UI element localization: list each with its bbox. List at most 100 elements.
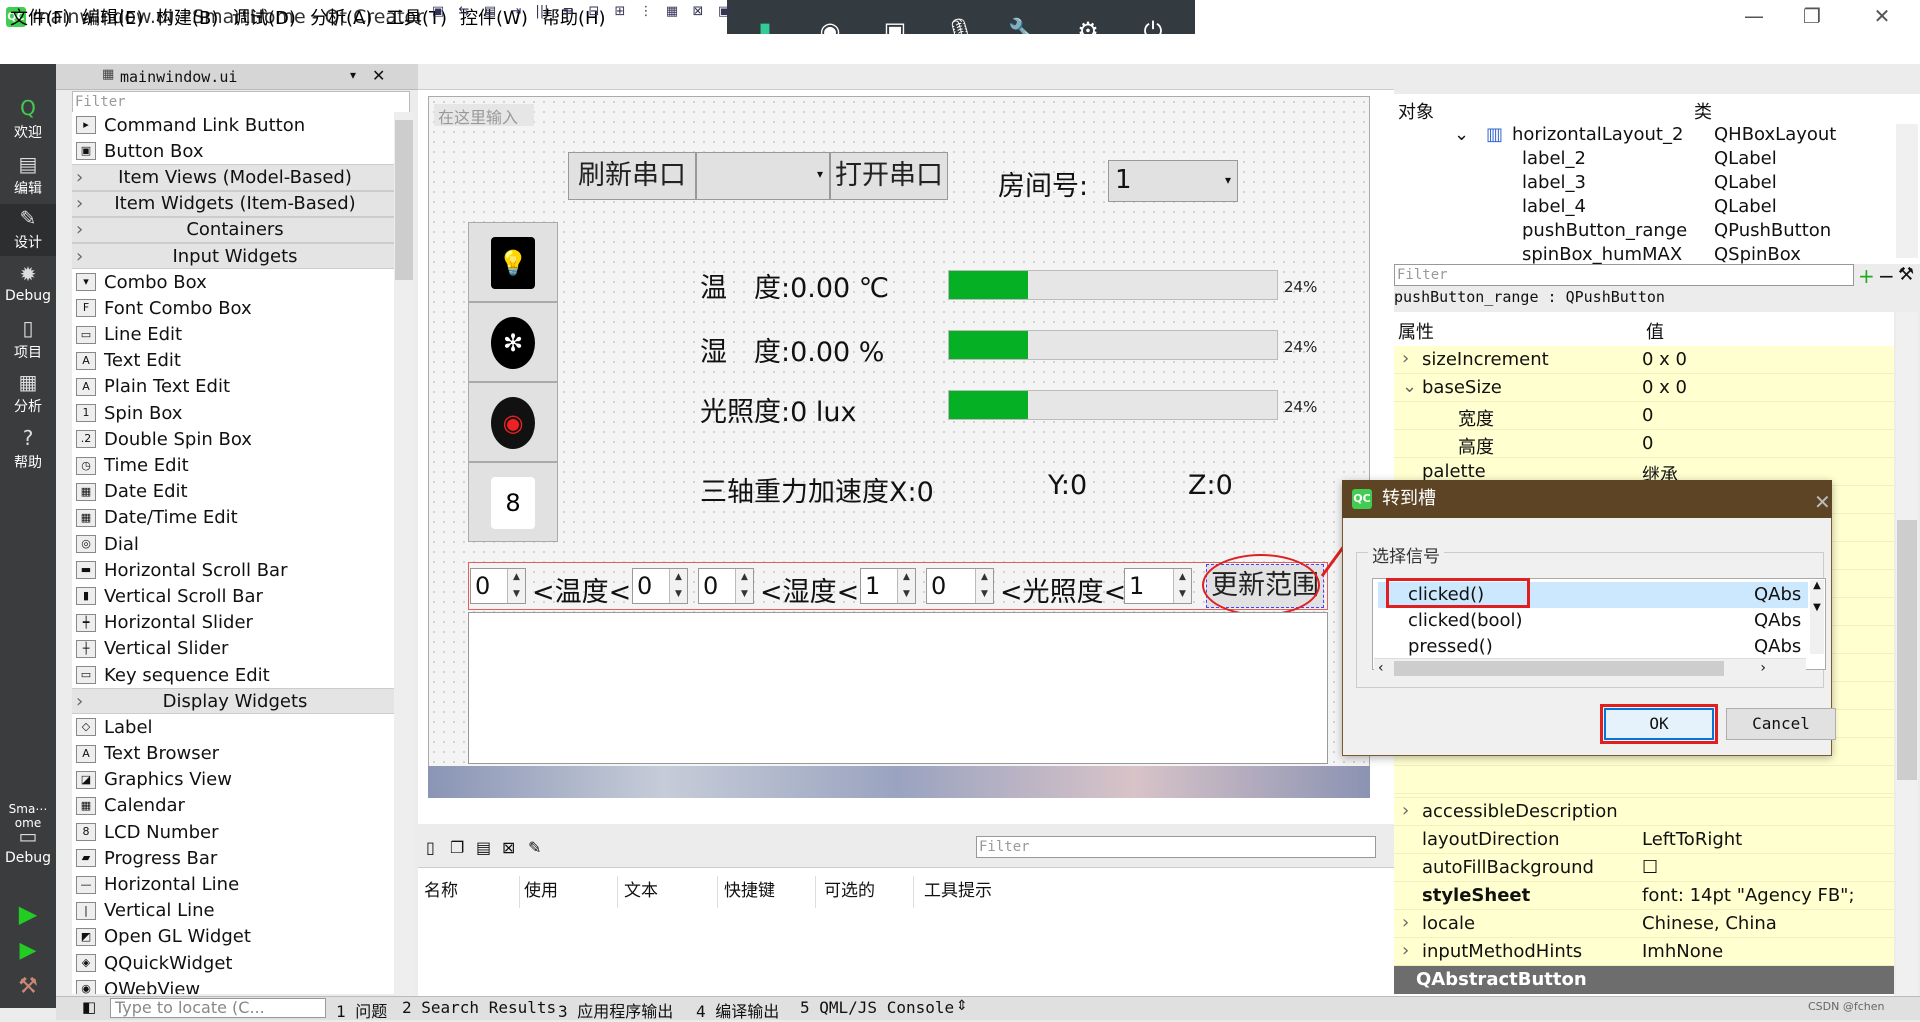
widget-item[interactable]: ◉ QWebView <box>72 976 394 994</box>
expand-icon[interactable]: ⌄ <box>1402 376 1417 397</box>
widget-category[interactable]: Item Views (Model-Based) <box>72 164 394 191</box>
widgetbox-filter[interactable]: Filter <box>72 91 410 113</box>
mode-projects[interactable]: ▯ 项目 <box>0 316 56 362</box>
edit-buddies-icon[interactable]: ▤ <box>480 3 500 21</box>
hum-max-spinbox[interactable]: 1 ▲ ▼ <box>860 568 916 604</box>
widget-item[interactable]: | Vertical Line <box>72 898 394 924</box>
object-tree-row[interactable]: pushButton_range QPushButton <box>1394 220 1894 244</box>
widget-category[interactable]: Containers <box>72 216 394 243</box>
refresh-port-button[interactable]: 刷新串口 <box>568 152 696 200</box>
property-row[interactable]: layoutDirection LeftToRight <box>1394 826 1894 854</box>
restore-icon[interactable]: ❐ <box>1792 4 1832 30</box>
pane-search-results[interactable]: 2 Search Results <box>402 998 556 1017</box>
build-hammer-icon[interactable]: ⚒ <box>0 974 56 999</box>
mode-edit[interactable]: ▤ 编辑 <box>0 152 56 198</box>
widget-item[interactable]: ▰ Progress Bar <box>72 845 394 871</box>
menu-build[interactable]: 构建(B) <box>156 4 218 30</box>
dialog-close-icon[interactable]: ✕ <box>1814 490 1831 514</box>
open-file-name[interactable]: mainwindow.ui <box>120 68 237 86</box>
debug-run-icon[interactable]: ▶ <box>0 938 56 963</box>
widget-item[interactable]: ▭ Key sequence Edit <box>72 662 394 688</box>
pane-compile-output[interactable]: 4 编译输出 <box>696 998 779 1022</box>
mode-debug[interactable]: ✹ Debug <box>0 262 56 304</box>
pane-qml-console[interactable]: 5 QML/JS Console <box>800 998 954 1017</box>
widget-category[interactable]: Display Widgets <box>72 688 394 715</box>
new-action-icon[interactable]: ▯ <box>426 838 435 857</box>
menu-edit[interactable]: 编辑(E) <box>82 4 143 30</box>
widget-item[interactable]: ▣ Button Box <box>72 138 394 164</box>
spin-arrows-icon[interactable]: ▲ ▼ <box>1173 569 1191 603</box>
signal-item[interactable]: clicked(bool) QAbs <box>1378 608 1808 634</box>
layout-split-v-icon[interactable]: ⊞ <box>610 3 630 21</box>
object-tree-row[interactable]: label_3 QLabel <box>1394 172 1894 196</box>
mode-design[interactable]: ✎ 设计 <box>0 204 56 256</box>
configure-action-icon[interactable]: ✎ <box>528 838 541 857</box>
widgetbox-scroll-thumb[interactable] <box>395 120 413 280</box>
widget-item[interactable]: ▸ Command Link Button <box>72 112 394 138</box>
temp-min-spinbox[interactable]: 0 ▲ ▼ <box>470 568 526 604</box>
spin-arrows-icon[interactable]: ▲ ▼ <box>735 569 753 603</box>
widget-item[interactable]: ▦ Date Edit <box>72 479 394 505</box>
widget-item[interactable]: 8 LCD Number <box>72 819 394 845</box>
hum-min-spinbox[interactable]: 0 ▲ ▼ <box>698 568 754 604</box>
file-dropdown-icon[interactable]: ▾ <box>350 68 356 82</box>
widget-item[interactable]: 1 Spin Box <box>72 400 394 426</box>
break-layout-icon[interactable]: ⊠ <box>688 3 708 21</box>
widget-item[interactable]: — Horizontal Line <box>72 871 394 897</box>
widget-item[interactable]: ▾ Combo Box <box>72 269 394 295</box>
configure-property-icon[interactable]: ⚒ <box>1898 264 1914 285</box>
layout-grid-icon[interactable]: ▦ <box>662 3 682 21</box>
property-row[interactable]: › accessibleDescription <box>1394 798 1894 826</box>
menu-type-here[interactable]: 在这里输入 <box>434 104 534 127</box>
property-row[interactable]: 宽度 0 <box>1394 402 1894 430</box>
object-tree-row[interactable]: ⌄ ▥ horizontalLayout_2 QHBoxLayout <box>1394 124 1894 148</box>
widget-item[interactable]: ▮ Vertical Scroll Bar <box>72 583 394 609</box>
expand-icon[interactable]: › <box>1402 912 1409 933</box>
property-filter[interactable]: Filter <box>1394 264 1854 286</box>
property-row[interactable]: autoFillBackground ☐ <box>1394 854 1894 882</box>
widget-item[interactable]: ▦ Date/Time Edit <box>72 505 394 531</box>
widget-item[interactable]: ◈ QQuickWidget <box>72 950 394 976</box>
temp-max-spinbox[interactable]: 0 ▲ ▼ <box>632 568 688 604</box>
property-row[interactable]: › inputMethodHints ImhNone <box>1394 938 1894 966</box>
layout-split-h-icon[interactable]: ⊟ <box>584 3 604 21</box>
layout-form-icon[interactable]: ⋮ <box>636 3 656 21</box>
close-file-icon[interactable]: ✕ <box>372 66 385 85</box>
widget-item[interactable]: ▬ Horizontal Scroll Bar <box>72 557 394 583</box>
widget-item[interactable]: .2 Double Spin Box <box>72 426 394 452</box>
widget-item[interactable]: ◎ Dial <box>72 531 394 557</box>
widget-item[interactable]: A Text Browser <box>72 741 394 767</box>
mode-welcome[interactable]: Q 欢迎 <box>0 96 56 142</box>
spin-arrows-icon[interactable]: ▲ ▼ <box>975 569 993 603</box>
menu-debug[interactable]: 调试(D) <box>232 4 296 30</box>
expand-icon[interactable]: ⌄ <box>1454 124 1469 145</box>
action-filter[interactable]: Filter <box>976 836 1376 858</box>
expand-icon[interactable]: › <box>1402 800 1409 821</box>
display-button[interactable]: 8 <box>468 462 558 542</box>
expand-icon[interactable]: › <box>1402 940 1409 961</box>
layout-vertical-icon[interactable]: ≡ <box>558 3 578 21</box>
alarm-button[interactable]: ◉ <box>468 382 558 462</box>
object-tree-row[interactable]: label_4 QLabel <box>1394 196 1894 220</box>
adjust-size-icon[interactable]: ▣ <box>714 3 734 21</box>
layout-horizontal-icon[interactable]: ||| <box>532 3 552 21</box>
close-icon[interactable]: ✕ <box>1862 4 1902 30</box>
add-property-icon[interactable]: + <box>1858 264 1875 288</box>
copy-action-icon[interactable]: ❐ <box>450 838 464 857</box>
property-row[interactable]: › locale Chinese, China <box>1394 910 1894 938</box>
paste-action-icon[interactable]: ▤ <box>476 838 491 857</box>
light-min-spinbox[interactable]: 0 ▲ ▼ <box>926 568 994 604</box>
widget-category[interactable]: Item Widgets (Item-Based) <box>72 190 394 217</box>
pane-app-output[interactable]: 3 应用程序输出 <box>558 998 673 1022</box>
pane-more-icon[interactable]: ⇕ <box>956 998 968 1014</box>
widget-item[interactable]: ▭ Line Edit <box>72 322 394 348</box>
oi-scrollbar[interactable] <box>1896 124 1918 258</box>
bulb-button[interactable]: 💡 <box>468 222 558 302</box>
pe-section-qabstractbutton[interactable]: QAbstractButton <box>1394 966 1894 994</box>
expand-icon[interactable]: › <box>1402 348 1409 369</box>
widget-item[interactable]: ┼ Vertical Slider <box>72 636 394 662</box>
pane-issues[interactable]: 1 问题 <box>336 998 387 1022</box>
spin-arrows-icon[interactable]: ▲ ▼ <box>507 569 525 603</box>
text-edit[interactable] <box>468 612 1328 764</box>
property-row[interactable]: 高度 0 <box>1394 430 1894 458</box>
